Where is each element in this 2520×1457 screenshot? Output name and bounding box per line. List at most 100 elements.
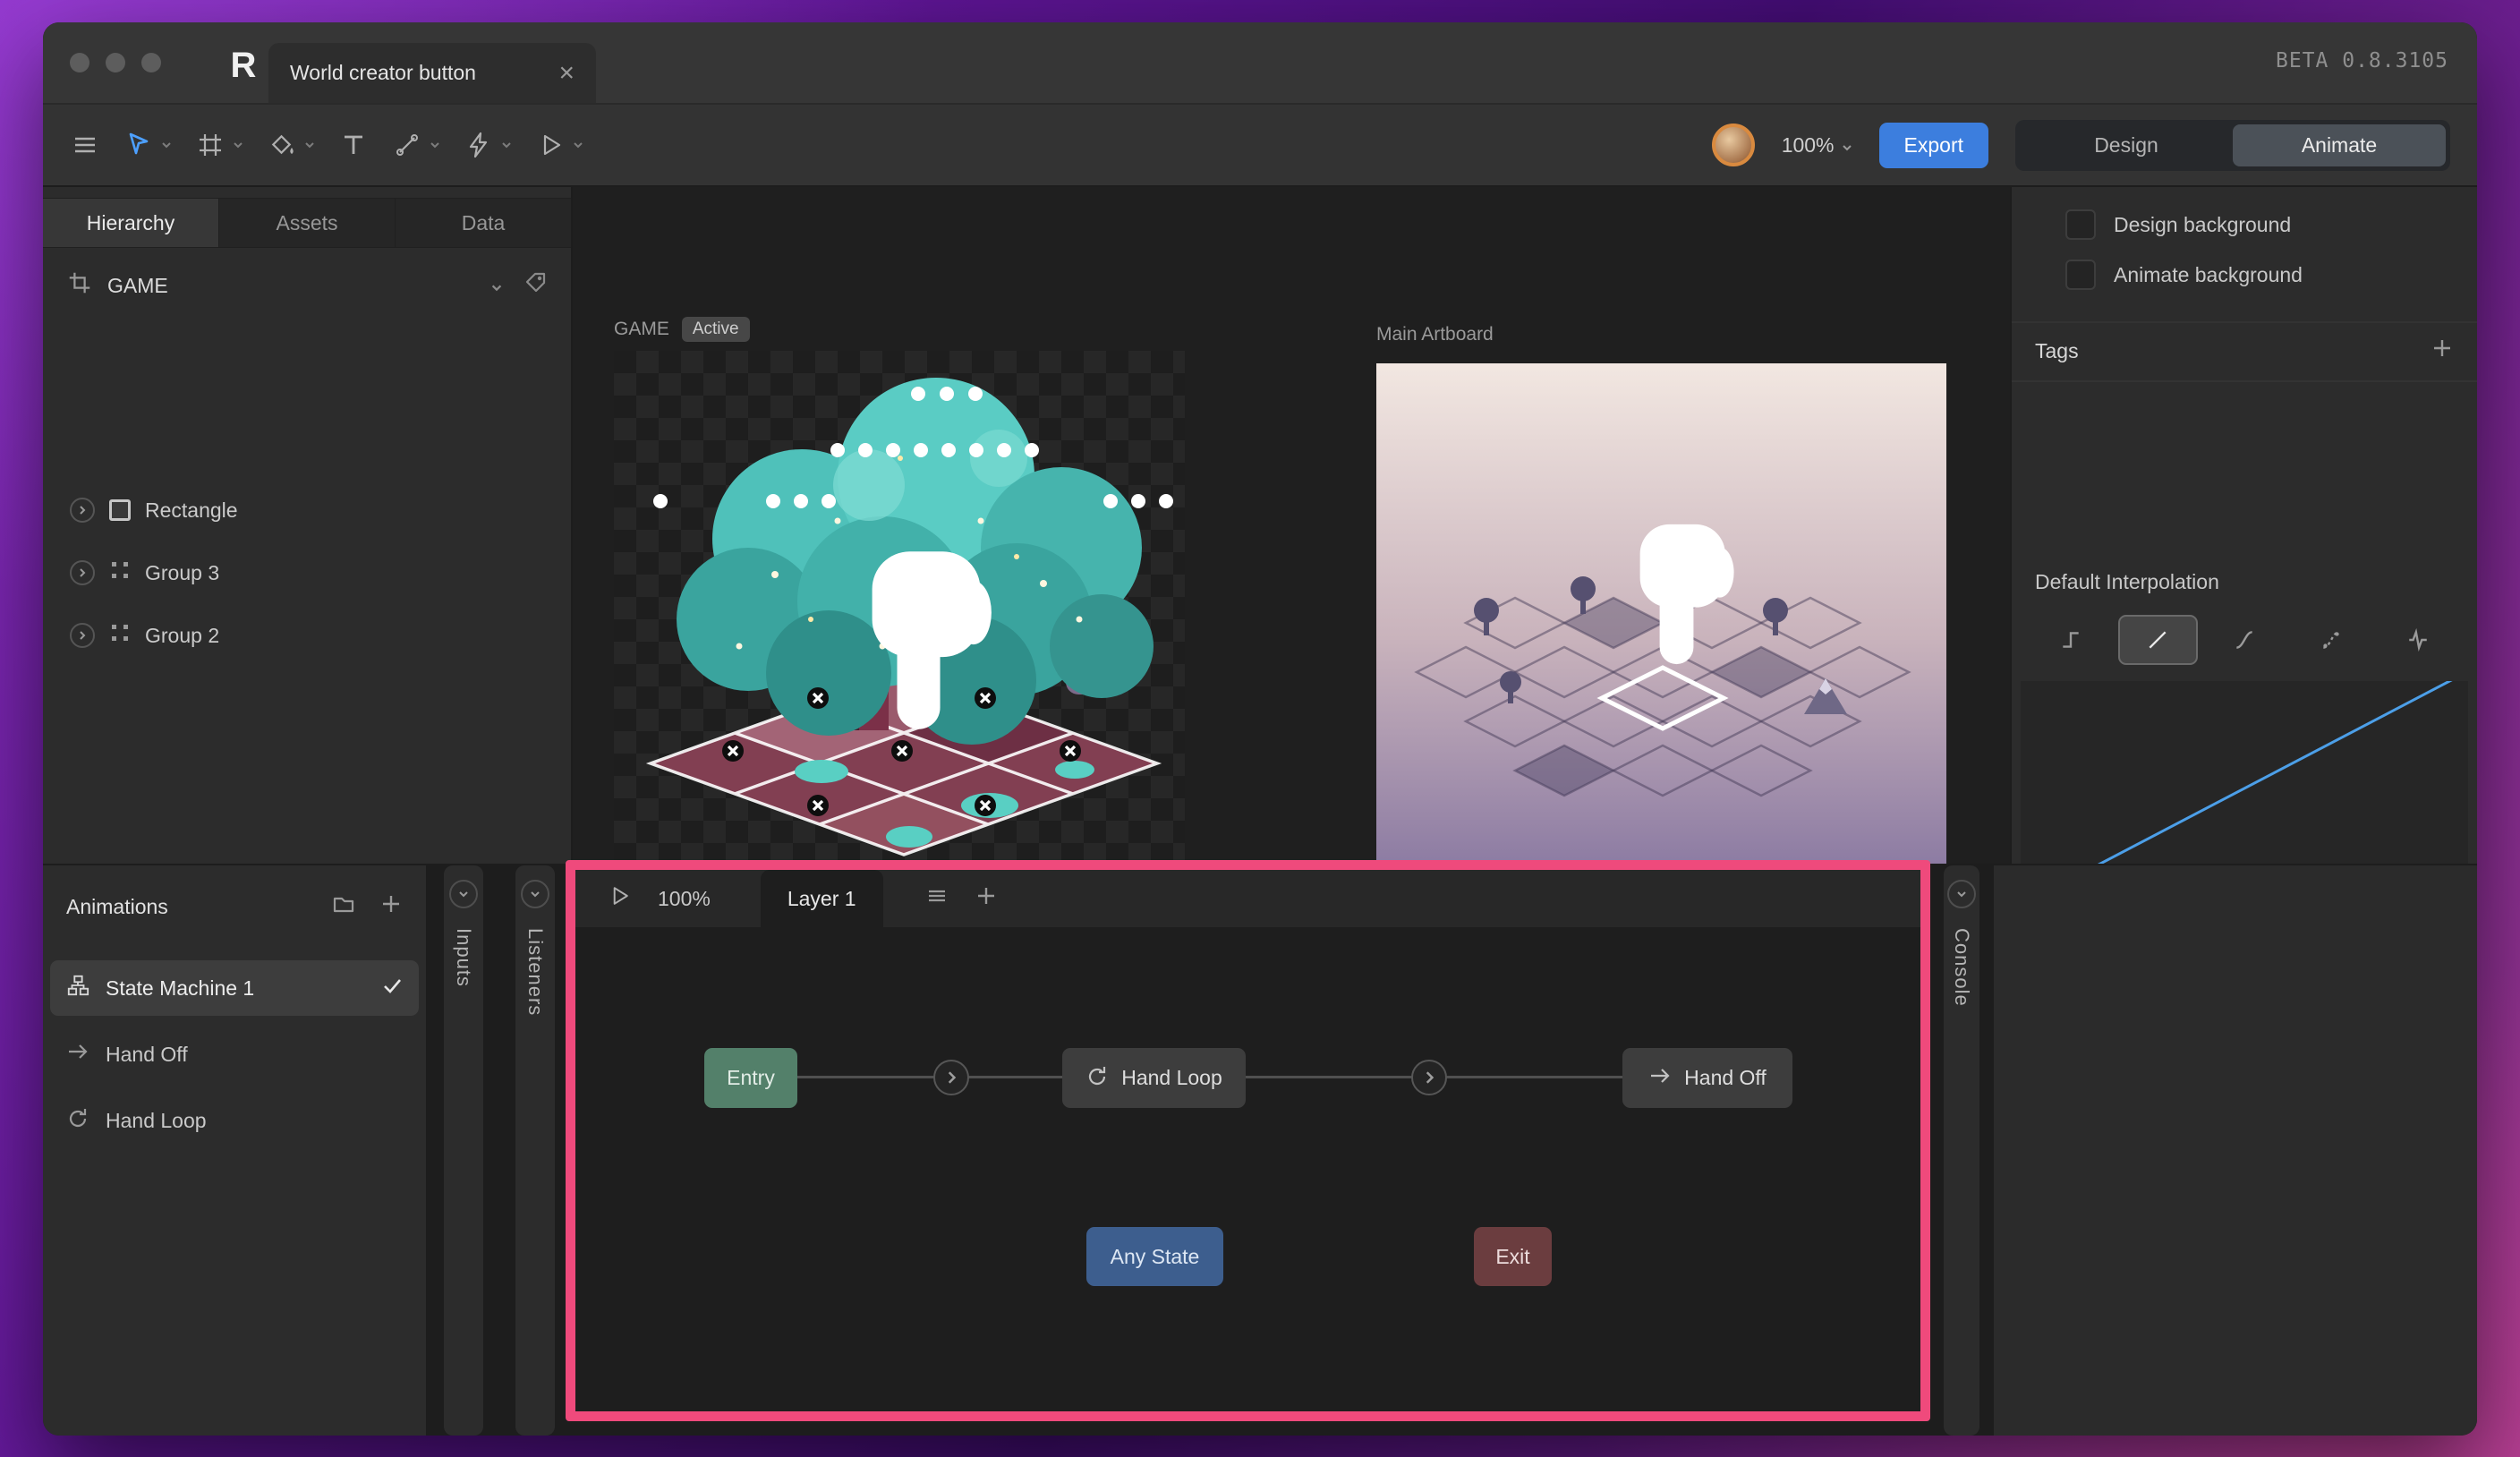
tab-assets[interactable]: Assets	[219, 199, 396, 247]
play-icon	[535, 130, 566, 160]
add-animation-icon[interactable]	[379, 892, 403, 921]
tree-item-label: Rectangle	[145, 498, 238, 522]
animate-mode-button[interactable]: Animate	[2233, 124, 2446, 166]
state-machine-icon	[66, 974, 89, 1002]
tree-item-group3[interactable]: Group 3	[43, 541, 571, 604]
console-strip[interactable]: Console	[1944, 865, 1979, 1436]
tree-item-group2[interactable]: Group 2	[43, 604, 571, 667]
animate-background-label: Animate background	[2114, 262, 2303, 286]
traffic-light-close[interactable]	[70, 53, 89, 72]
game-artboard-name: GAME	[614, 319, 669, 339]
chevron-down-icon[interactable]	[573, 141, 583, 149]
chevron-down-icon[interactable]	[161, 141, 172, 149]
tree-item-label: Group 3	[145, 560, 220, 584]
console-tab-label: Console	[1951, 928, 1973, 1007]
chevron-down-icon[interactable]	[1947, 880, 1976, 908]
tab-data[interactable]: Data	[396, 199, 571, 247]
state-machine-zoom-value[interactable]: 100%	[658, 887, 711, 911]
transition-chevron-icon[interactable]	[1411, 1060, 1447, 1095]
artboard-row[interactable]: GAME	[43, 260, 571, 311]
events-tool[interactable]	[464, 130, 512, 160]
chevron-down-icon[interactable]	[233, 141, 243, 149]
game-artboard-label: GAME Active	[614, 317, 750, 342]
tag-icon[interactable]	[523, 270, 548, 301]
layer-options-icon[interactable]	[924, 883, 949, 914]
beta-version-label: BETA 0.8.3105	[2275, 49, 2448, 72]
animate-background-row: Animate background	[2012, 250, 2477, 300]
game-artboard-surface[interactable]	[614, 351, 1185, 864]
traffic-lights	[70, 53, 161, 72]
play-tool[interactable]	[535, 130, 583, 160]
animation-item-hand-off[interactable]: Hand Off	[50, 1027, 419, 1082]
layer-tab-label: Layer 1	[787, 886, 856, 910]
animation-item-state-machine[interactable]: State Machine 1	[50, 960, 419, 1016]
tab-hierarchy[interactable]: Hierarchy	[43, 199, 219, 247]
document-tab[interactable]: World creator button ×	[268, 43, 596, 103]
traffic-light-zoom[interactable]	[141, 53, 161, 72]
text-tool[interactable]	[338, 130, 369, 160]
chevron-down-icon	[1842, 133, 1852, 158]
state-machine-header: 100% Layer 1	[575, 870, 1920, 927]
interpolation-curve-graph[interactable]	[2021, 665, 2477, 874]
select-tool[interactable]	[123, 130, 172, 160]
hand-off-node-label: Hand Off	[1684, 1066, 1767, 1089]
zoom-control[interactable]: 100%	[1782, 133, 1852, 158]
design-background-checkbox[interactable]	[2065, 209, 2096, 240]
interpolation-elastic-button[interactable]	[2378, 615, 2457, 665]
panel-tabs: Hierarchy Assets Data	[43, 198, 571, 248]
chevron-down-icon[interactable]	[521, 880, 549, 908]
play-icon[interactable]	[606, 882, 633, 915]
expand-chevron-icon[interactable]	[70, 623, 95, 648]
hand-off-state-node[interactable]: Hand Off	[1622, 1048, 1792, 1108]
rive-logo: R	[230, 45, 257, 85]
traffic-light-minimize[interactable]	[106, 53, 125, 72]
inputs-strip[interactable]: Inputs	[444, 865, 483, 1436]
animation-item-label: Hand Off	[106, 1042, 188, 1066]
main-artboard-surface[interactable]	[1376, 363, 1946, 864]
paint-bucket-icon	[267, 130, 297, 160]
tree-item-rectangle[interactable]: Rectangle	[43, 479, 571, 541]
interpolation-cubic-button[interactable]	[2205, 615, 2285, 665]
listeners-strip[interactable]: Listeners	[515, 865, 555, 1436]
folder-icon[interactable]	[331, 891, 356, 922]
menu-button[interactable]	[70, 130, 100, 160]
pen-tool[interactable]	[392, 130, 440, 160]
add-layer-icon[interactable]	[975, 884, 998, 913]
chevron-down-icon[interactable]	[449, 880, 478, 908]
user-avatar[interactable]	[1711, 124, 1755, 166]
exit-node[interactable]: Exit	[1474, 1227, 1552, 1286]
game-artwork	[645, 378, 1173, 856]
add-tag-icon[interactable]	[2431, 337, 2454, 365]
expand-chevron-icon[interactable]	[70, 498, 95, 523]
export-button[interactable]: Export	[1878, 122, 1988, 168]
artboard-name: GAME	[107, 273, 168, 297]
state-machine-graph[interactable]: Entry Hand Loop Hand Off Any State Exit	[575, 927, 1920, 1411]
stage-canvas[interactable]: GAME Active Main Artboard	[573, 187, 2010, 864]
entry-node[interactable]: Entry	[704, 1048, 797, 1108]
chevron-down-icon[interactable]	[430, 141, 440, 149]
layer-tab[interactable]: Layer 1	[760, 870, 883, 927]
text-icon	[338, 130, 369, 160]
any-state-node[interactable]: Any State	[1086, 1227, 1223, 1286]
hand-loop-state-node[interactable]: Hand Loop	[1062, 1048, 1246, 1108]
chevron-down-icon[interactable]	[490, 274, 503, 298]
transition-chevron-icon[interactable]	[933, 1060, 969, 1095]
animations-title: Animations	[66, 894, 168, 918]
expand-chevron-icon[interactable]	[70, 560, 95, 585]
interpolation-custom-button[interactable]	[2291, 615, 2371, 665]
close-tab-icon[interactable]: ×	[558, 59, 575, 87]
chevron-down-icon[interactable]	[501, 141, 512, 149]
hierarchy-panel: Hierarchy Assets Data GAME Rectangle Gro…	[43, 187, 571, 864]
animate-background-checkbox[interactable]	[2065, 260, 2096, 290]
frame-tool[interactable]	[195, 130, 243, 160]
animation-item-hand-loop[interactable]: Hand Loop	[50, 1093, 419, 1148]
transition-line[interactable]	[797, 1076, 1062, 1078]
loop-icon	[1085, 1064, 1109, 1093]
lightning-bolt-icon	[464, 130, 494, 160]
interpolation-hold-button[interactable]	[2031, 615, 2111, 665]
interpolation-linear-button[interactable]	[2117, 615, 2198, 665]
design-mode-button[interactable]: Design	[2020, 124, 2233, 166]
chevron-down-icon[interactable]	[304, 141, 315, 149]
paint-tool[interactable]	[267, 130, 315, 160]
pen-icon	[392, 130, 422, 160]
